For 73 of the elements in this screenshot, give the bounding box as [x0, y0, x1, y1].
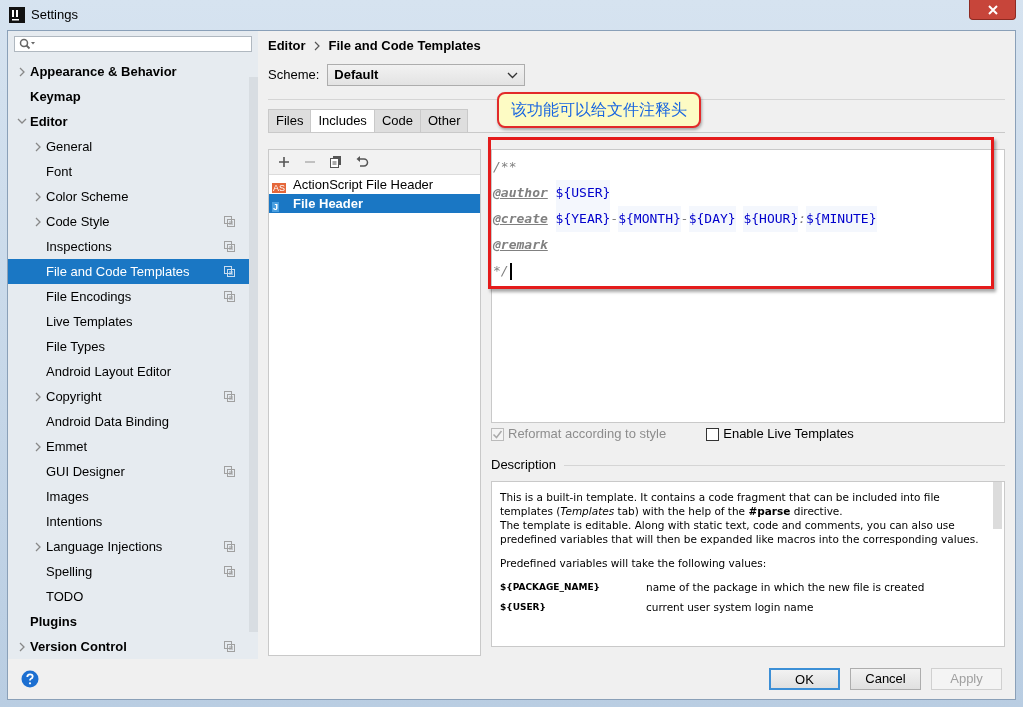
- tree-item[interactable]: Language Injections: [8, 534, 249, 559]
- text-cursor: [509, 262, 512, 280]
- tree-item[interactable]: General: [8, 134, 249, 159]
- copy-icon: [224, 291, 235, 302]
- tree-item[interactable]: Emmet: [8, 434, 249, 459]
- breadcrumb-item: Editor: [268, 37, 306, 56]
- checkbox-label: Reformat according to style: [508, 425, 667, 444]
- template-item[interactable]: J File Header: [269, 194, 480, 213]
- tree-item[interactable]: Code Style: [8, 209, 249, 234]
- tree-item[interactable]: Appearance & Behavior: [8, 59, 249, 84]
- copy-icon: [224, 241, 235, 252]
- tree-item[interactable]: Android Data Binding: [8, 409, 249, 434]
- add-icon: [277, 155, 291, 169]
- help-icon[interactable]: [21, 670, 39, 688]
- tree-item[interactable]: File Encodings: [8, 284, 249, 309]
- dialog-button[interactable]: OK: [769, 668, 840, 690]
- tab[interactable]: Code: [373, 109, 421, 132]
- template-item[interactable]: AS ActionScript File Header: [269, 175, 480, 194]
- app-icon: [9, 7, 25, 23]
- tree-item[interactable]: File Types: [8, 334, 249, 359]
- tree-item[interactable]: Keymap: [8, 84, 249, 109]
- tree-item[interactable]: Intentions: [8, 509, 249, 534]
- close-button[interactable]: [969, 0, 1016, 20]
- tree-item[interactable]: File and Code Templates: [8, 259, 249, 284]
- variable-name: ${PACKAGE_NAME}: [500, 581, 601, 594]
- callout-note: 该功能可以给文件注释头: [497, 92, 701, 128]
- template-editor[interactable]: /** @author ${USER} @create ${YEAR}-${MONTH}-${DAY} ${HOUR}:${MINUTE} @remark */: [491, 149, 1005, 423]
- description-text: Predefined variables will take the following values:: [500, 556, 768, 570]
- search-field[interactable]: [14, 36, 252, 52]
- copy-icon: [224, 391, 235, 402]
- copy-icon: [224, 266, 235, 277]
- scheme-dropdown[interactable]: Default: [327, 64, 526, 86]
- copy-icon: [224, 541, 235, 552]
- checkbox-label: Enable Live Templates: [723, 425, 854, 444]
- tree-item[interactable]: Font: [8, 159, 249, 184]
- tree-item[interactable]: Version Control: [8, 634, 249, 659]
- tree-item[interactable]: Color Scheme: [8, 184, 249, 209]
- tree-item[interactable]: Editor: [8, 109, 249, 134]
- scrollbar[interactable]: [249, 77, 258, 632]
- dialog-button[interactable]: Cancel: [850, 668, 921, 690]
- tree-item[interactable]: Plugins: [8, 609, 249, 634]
- scrollbar[interactable]: [993, 482, 1002, 529]
- description-heading: Description: [491, 456, 557, 475]
- tree-item[interactable]: Live Templates: [8, 309, 249, 334]
- copy-icon: [224, 566, 235, 577]
- search-icon: [19, 38, 37, 50]
- window-title: Settings: [31, 6, 78, 25]
- undo-icon: [355, 155, 369, 169]
- chevron-icon: [313, 41, 321, 51]
- description-text: This is a built-in template. It contains a code fragment that can be included into file templates (Templates tab) with the help of the #parse directive.: [500, 490, 941, 518]
- scheme-label: Scheme:: [268, 66, 320, 85]
- copy-icon: [224, 216, 235, 227]
- tree-item[interactable]: TODO: [8, 584, 249, 609]
- tree-item[interactable]: GUI Designer: [8, 459, 249, 484]
- tab[interactable]: Includes: [310, 109, 375, 132]
- variable-name: ${USER}: [500, 601, 547, 614]
- tree-item[interactable]: Spelling: [8, 559, 249, 584]
- tree-item[interactable]: Android Layout Editor: [8, 359, 249, 384]
- description-text: The template is editable. Along with static text, code and comments, you can also use predefined variables that will then be expanded like macros into the corresponding values.: [500, 518, 980, 546]
- tree-item[interactable]: Copyright: [8, 384, 249, 409]
- variable-meaning: current user system login name: [646, 600, 814, 614]
- caret-icon: [507, 71, 519, 79]
- tab[interactable]: Other: [419, 109, 469, 132]
- copy-icon: [224, 641, 235, 652]
- close-icon: [986, 4, 999, 15]
- copy-icon: [224, 466, 235, 477]
- tree-item[interactable]: Images: [8, 484, 249, 509]
- tab[interactable]: Files: [268, 109, 312, 132]
- tree-item[interactable]: Inspections: [8, 234, 249, 259]
- breadcrumb-item: File and Code Templates: [328, 37, 481, 56]
- checkbox[interactable]: [706, 427, 720, 441]
- copy-icon: [329, 155, 343, 169]
- variable-meaning: name of the package in which the new file is created: [646, 580, 925, 594]
